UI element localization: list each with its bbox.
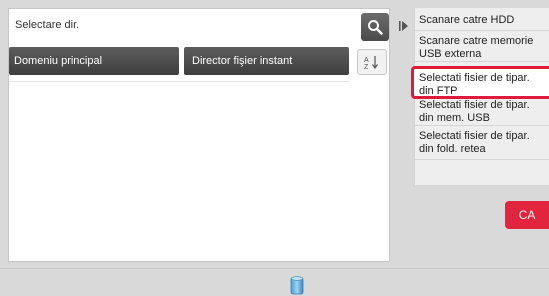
file-list-panel: Selectare dir. Domeniu principal Directo…: [8, 8, 390, 262]
page-title: Selectare dir.: [15, 19, 80, 31]
svg-text:Z: Z: [364, 64, 369, 70]
action-panel: Scanare catre HDD Scanare catre memorie …: [411, 8, 549, 186]
search-button[interactable]: [361, 13, 389, 41]
svg-text:A: A: [364, 57, 369, 64]
side-item-label: Scanare catre memorie USB externa: [419, 35, 534, 60]
side-item-scan-to-usb[interactable]: Scanare catre memorie USB externa: [415, 32, 549, 62]
status-bar: [0, 268, 549, 296]
toner-icon[interactable]: [290, 276, 304, 295]
ca-button[interactable]: CA: [505, 201, 549, 229]
side-item-scan-to-hdd[interactable]: Scanare catre HDD: [415, 8, 549, 31]
expand-arrow-icon[interactable]: [399, 20, 409, 32]
list-divider: [9, 81, 349, 82]
side-item-empty: [415, 161, 549, 186]
side-item-label: Scanare catre HDD: [419, 14, 515, 26]
side-item-print-from-usb[interactable]: Selectati fisier de tipar. din mem. USB: [415, 99, 549, 126]
search-icon: [368, 20, 383, 35]
tab-home-domain[interactable]: Domeniu principal: [9, 47, 179, 75]
side-item-label: Selectati fisier de tipar. din mem. USB: [419, 99, 530, 124]
sort-button[interactable]: A Z: [357, 49, 387, 75]
sort-az-icon: A Z: [364, 56, 378, 70]
side-item-print-from-network[interactable]: Selectati fisier de tipar. din fold. ret…: [415, 127, 549, 160]
side-item-label: Selectati fisier de tipar. din fold. ret…: [419, 130, 530, 155]
side-item-print-from-ftp[interactable]: Selectati fisier de tipar. din FTP: [411, 66, 549, 99]
side-item-label: Selectati fisier de tipar. din FTP: [419, 72, 530, 97]
tab-quick-file-folder[interactable]: Director fişier instant: [184, 47, 349, 75]
